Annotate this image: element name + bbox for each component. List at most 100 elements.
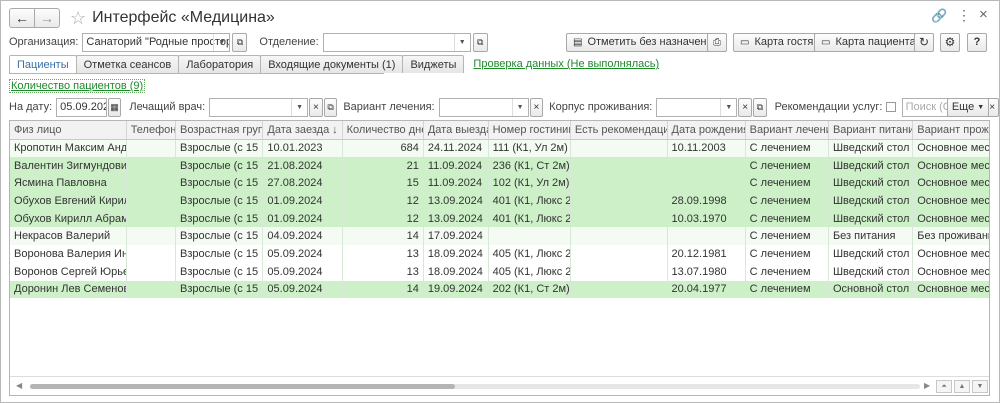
dept-open-button[interactable]: ⧉	[472, 32, 488, 52]
cell-meals[interactable]: Шведский стол	[828, 192, 914, 210]
org-field[interactable]: Санаторий "Родные просторы" ▼	[82, 32, 231, 52]
help-button[interactable]: ?	[967, 32, 987, 52]
more-menu-icon[interactable]: ⋮	[957, 7, 971, 24]
building-open-button[interactable]: ⧉	[752, 97, 767, 117]
tab-laboratory[interactable]: Лаборатория	[178, 55, 262, 73]
cell-has-recommendations[interactable]	[570, 209, 668, 228]
cell-meals[interactable]: Шведский стол	[828, 262, 914, 281]
table-row[interactable]: Ясмина Павловна Взрослые (с 15 ... 27.08.2…	[10, 174, 989, 193]
tab-session-marks[interactable]: Отметка сеансов	[75, 55, 180, 73]
cell-room-number[interactable]: 401 (К1, Люкс 2м)	[488, 209, 571, 228]
cell-days-count[interactable]: 14	[342, 280, 424, 299]
cell-arrival-date[interactable]: 05.09.2024	[262, 262, 343, 281]
cell-meals[interactable]: Шведский стол	[828, 139, 914, 157]
building-clear-button[interactable]: ×	[738, 97, 752, 117]
table-row[interactable]: Обухов Евгений Кирил... Взрослые (с 15 ..…	[10, 192, 989, 210]
cell-days-count[interactable]: 21	[342, 156, 424, 175]
cell-person[interactable]: Воронова Валерия Ин...	[10, 245, 127, 263]
scroll-left-icon[interactable]: ◀	[16, 381, 22, 390]
cell-departure-date[interactable]: 24.11.2024	[423, 139, 489, 157]
data-check-link[interactable]: Проверка данных (Не выполнялась)	[473, 58, 659, 70]
table-row[interactable]: Кропотин Максим Андр... Взрослые (с 15 ..…	[10, 139, 989, 157]
cell-arrival-date[interactable]: 27.08.2024	[262, 174, 343, 193]
col-header-phone[interactable]: Телефон	[126, 121, 177, 140]
table-row[interactable]: Доронин Лев Семенович Взрослые (с 15 ...0…	[10, 280, 989, 299]
cell-age-group[interactable]: Взрослые (с 15 ...	[175, 139, 264, 157]
col-header-accommodation[interactable]: Вариант проживания	[912, 121, 989, 140]
cell-phone[interactable]	[126, 227, 177, 246]
favorite-star-icon[interactable]: ☆	[70, 8, 86, 29]
cell-departure-date[interactable]: 11.09.2024	[423, 156, 489, 175]
close-icon[interactable]: ×	[979, 6, 988, 23]
cell-accommodation[interactable]: Основное место	[912, 262, 989, 281]
first-row-button[interactable]: ⏶	[936, 380, 952, 393]
cell-treatment[interactable]: С лечением	[745, 209, 829, 228]
cell-birth-date[interactable]: 13.07.1980	[667, 262, 746, 281]
treatment-clear-button[interactable]: ×	[529, 97, 544, 117]
cell-accommodation[interactable]: Основное место	[912, 245, 989, 263]
more-button[interactable]: Еще ▼	[947, 97, 989, 117]
dept-field[interactable]: ▼	[322, 32, 471, 52]
cell-accommodation[interactable]: Основное место	[912, 139, 989, 157]
cell-age-group[interactable]: Взрослые (с 15 ...	[175, 262, 264, 281]
tab-patients[interactable]: Пациенты	[9, 55, 77, 73]
cell-person[interactable]: Кропотин Максим Андр...	[10, 139, 127, 157]
cell-days-count[interactable]: 684	[342, 139, 424, 157]
cell-days-count[interactable]: 15	[342, 174, 424, 193]
col-header-departure-date[interactable]: Дата выезда	[423, 121, 489, 140]
building-field[interactable]: ▼	[656, 97, 738, 117]
cell-departure-date[interactable]: 19.09.2024	[423, 280, 489, 299]
table-row[interactable]: Воронова Валерия Ин... Взрослые (с 15 ...…	[10, 245, 989, 263]
cell-departure-date[interactable]: 13.09.2024	[423, 192, 489, 210]
cell-person[interactable]: Некрасов Валерий	[10, 227, 127, 246]
cell-has-recommendations[interactable]	[570, 280, 668, 299]
cell-person[interactable]: Обухов Кирилл Абрамо...	[10, 209, 127, 228]
col-header-meals[interactable]: Вариант питания	[828, 121, 914, 140]
cell-room-number[interactable]: 401 (К1, Люкс 2м)	[488, 192, 571, 210]
cell-birth-date[interactable]	[667, 227, 746, 246]
cell-has-recommendations[interactable]	[570, 227, 668, 246]
cell-meals[interactable]: Шведский стол	[828, 245, 914, 263]
cell-room-number[interactable]: 405 (К1, Люкс 2м)	[488, 245, 571, 263]
table-row[interactable]: Валентин Зигмундович Взрослые (с 15 ... 21…	[10, 156, 989, 175]
cell-age-group[interactable]: Взрослые (с 15 ...	[175, 209, 264, 228]
patient-count-link[interactable]: Количество пациентов (9)	[9, 79, 146, 93]
cell-accommodation[interactable]: Основное место	[912, 174, 989, 193]
cell-meals[interactable]: Без питания	[828, 227, 914, 246]
cell-days-count[interactable]: 13	[342, 245, 424, 263]
cell-treatment[interactable]: С лечением	[745, 227, 829, 246]
scrollbar-thumb[interactable]	[30, 384, 455, 389]
cell-treatment[interactable]: С лечением	[745, 245, 829, 263]
org-open-button[interactable]: ⧉	[232, 32, 248, 52]
cell-departure-date[interactable]: 18.09.2024	[423, 262, 489, 281]
cell-room-number[interactable]	[488, 227, 571, 246]
cell-meals[interactable]: Шведский стол	[828, 209, 914, 228]
cell-arrival-date[interactable]: 05.09.2024	[262, 280, 343, 299]
cell-accommodation[interactable]: Основное место	[912, 280, 989, 299]
refresh-button[interactable]: ↻	[914, 32, 934, 52]
cell-phone[interactable]	[126, 192, 177, 210]
dropdown-icon[interactable]: ▼	[720, 98, 736, 116]
patient-card-button[interactable]: ▭ Карта пациента	[814, 32, 923, 52]
col-header-treatment[interactable]: Вариант лечения	[745, 121, 829, 140]
cell-age-group[interactable]: Взрослые (с 15 ...	[175, 156, 264, 175]
cell-meals[interactable]: Шведский стол	[828, 174, 914, 193]
cell-birth-date[interactable]: 10.03.1970	[667, 209, 746, 228]
cell-room-number[interactable]: 111 (К1, Ул 2м)	[488, 139, 571, 157]
cell-accommodation[interactable]: Без проживания	[912, 227, 989, 246]
cell-birth-date[interactable]	[667, 156, 746, 175]
col-header-days-count[interactable]: Количество дней	[342, 121, 424, 140]
horizontal-scrollbar[interactable]: ◀ ▶ ⏶ ▲ ▼	[10, 376, 989, 395]
cell-room-number[interactable]: 236 (К1, Ст 2м)	[488, 156, 571, 175]
table-row[interactable]: Некрасов Валерий Взрослые (с 15 ... 04.09.…	[10, 227, 989, 246]
cell-meals[interactable]: Основной стол	[828, 280, 914, 299]
cell-has-recommendations[interactable]	[570, 192, 668, 210]
cell-birth-date[interactable]: 28.09.1998	[667, 192, 746, 210]
cell-days-count[interactable]: 14	[342, 227, 424, 246]
scroll-right-icon[interactable]: ▶	[924, 381, 930, 390]
cell-treatment[interactable]: С лечением	[745, 174, 829, 193]
cell-person[interactable]: Валентин Зигмундович	[10, 156, 127, 175]
cell-days-count[interactable]: 12	[342, 192, 424, 210]
col-header-arrival-date[interactable]: Дата заезда ↓	[262, 121, 343, 140]
cell-has-recommendations[interactable]	[570, 245, 668, 263]
